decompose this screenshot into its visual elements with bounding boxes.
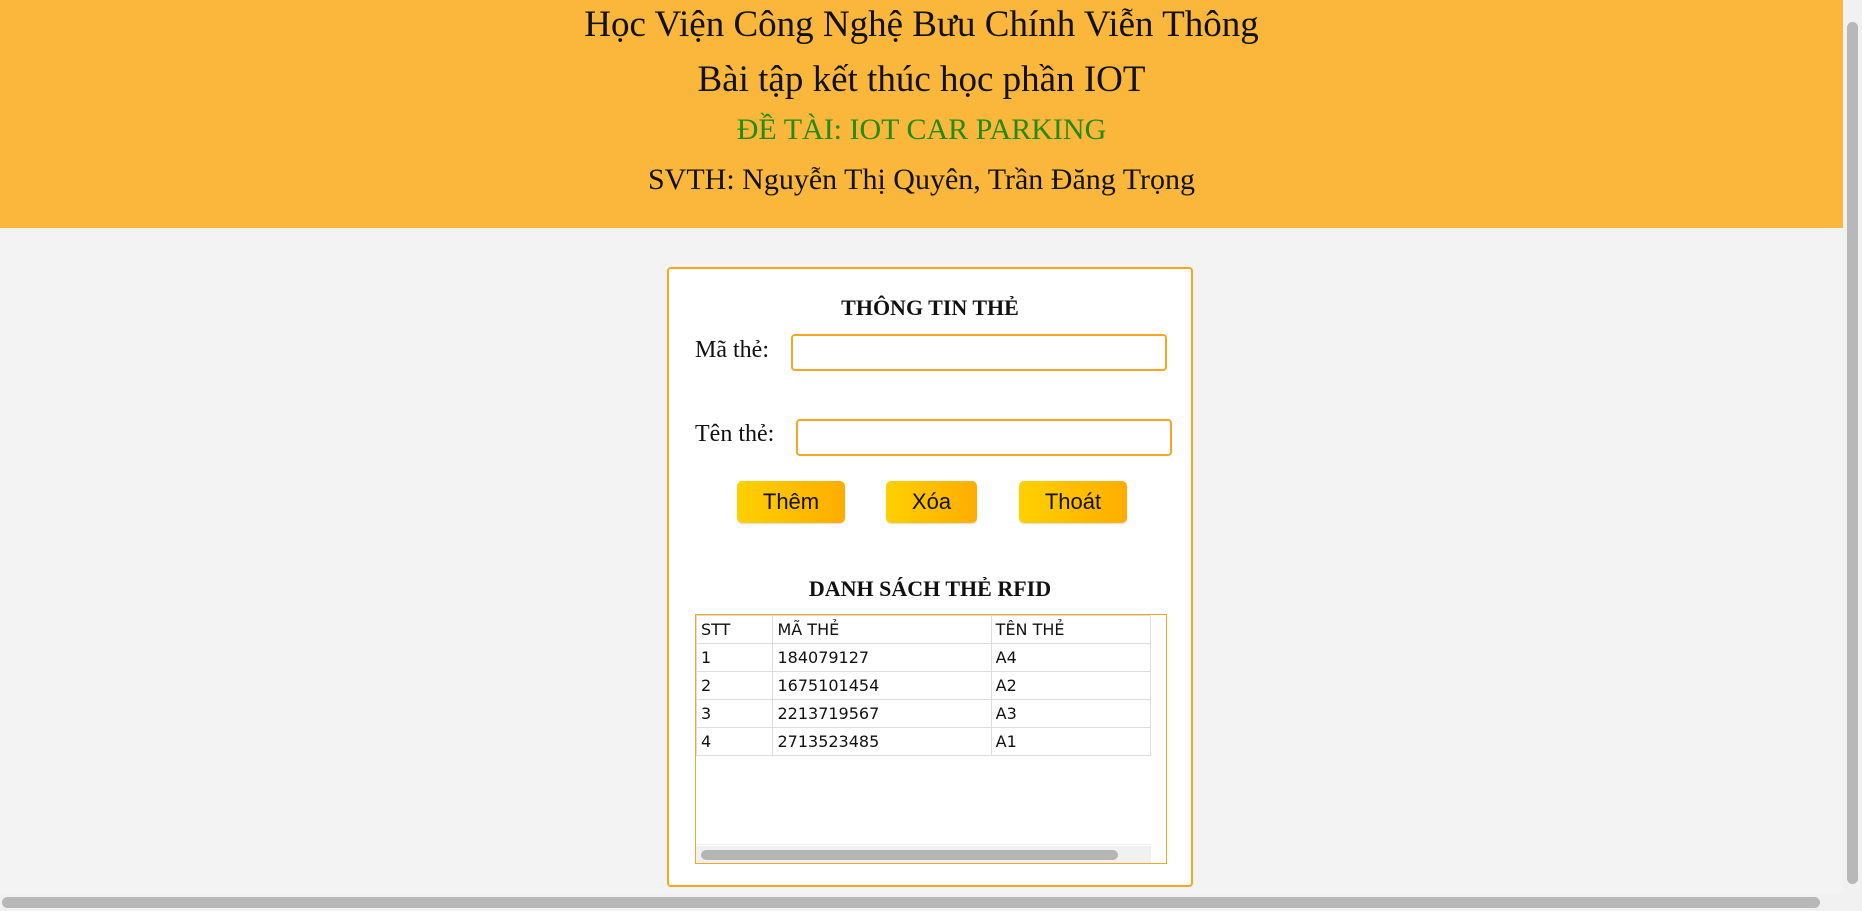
table-empty-area xyxy=(696,756,1151,844)
table-row[interactable]: 1 184079127 A4 xyxy=(696,643,1151,672)
ma-the-label: Mã thẻ: xyxy=(695,337,769,363)
table-scrollbar-thumb[interactable] xyxy=(701,850,1118,860)
course-title: Bài tập kết thúc học phần IOT xyxy=(697,59,1146,100)
cell-stt: 1 xyxy=(696,643,774,672)
card-info-title: THÔNG TIN THẺ xyxy=(841,295,1019,320)
rfid-table: STT MÃ THẺ TÊN THẺ 1 184079127 A4 2 1675… xyxy=(696,615,1151,756)
cell-ten-the: A1 xyxy=(990,727,1151,756)
cell-stt: 3 xyxy=(696,699,774,728)
cell-stt: 4 xyxy=(696,727,774,756)
add-button[interactable]: Thêm xyxy=(737,481,845,523)
table-header-row: STT MÃ THẺ TÊN THẺ xyxy=(696,615,1151,644)
cell-ten-the: A2 xyxy=(990,671,1151,700)
ten-the-input[interactable] xyxy=(796,419,1172,456)
delete-button[interactable]: Xóa xyxy=(886,481,977,523)
page-vertical-scrollbar-thumb[interactable] xyxy=(1847,22,1858,884)
page: Học Viện Công Nghệ Bưu Chính Viễn Thông … xyxy=(0,0,1862,911)
rfid-list-title: DANH SÁCH THẺ RFID xyxy=(808,576,1052,601)
cell-stt: 2 xyxy=(696,671,774,700)
cell-ma-the: 184079127 xyxy=(772,643,992,672)
ma-the-input[interactable] xyxy=(791,334,1167,371)
page-horizontal-scrollbar-thumb[interactable] xyxy=(2,897,1820,908)
table-row[interactable]: 4 2713523485 A1 xyxy=(696,727,1151,756)
ten-the-label: Tên thẻ: xyxy=(695,421,775,447)
page-horizontal-scrollbar[interactable] xyxy=(0,893,1843,911)
rfid-table-container: STT MÃ THẺ TÊN THẺ 1 184079127 A4 2 1675… xyxy=(695,614,1167,864)
column-header-ma-the[interactable]: MÃ THẺ xyxy=(772,615,992,644)
page-vertical-scrollbar[interactable] xyxy=(1843,0,1862,911)
cell-ma-the: 1675101454 xyxy=(772,671,992,700)
cell-ma-the: 2213719567 xyxy=(772,699,992,728)
project-title: ĐỀ TÀI: IOT CAR PARKING xyxy=(736,113,1107,146)
page-header: Học Viện Công Nghệ Bưu Chính Viễn Thông … xyxy=(0,0,1843,228)
cell-ten-the: A4 xyxy=(990,643,1151,672)
students-line: SVTH: Nguyễn Thị Quyên, Trần Đăng Trọng xyxy=(648,163,1195,196)
table-row[interactable]: 2 1675101454 A2 xyxy=(696,671,1151,700)
cell-ten-the: A3 xyxy=(990,699,1151,728)
table-horizontal-scrollbar[interactable] xyxy=(696,846,1151,863)
exit-button[interactable]: Thoát xyxy=(1019,481,1127,523)
card-info-panel: THÔNG TIN THẺ Mã thẻ: Tên thẻ: Thêm Xóa … xyxy=(667,267,1193,887)
table-row[interactable]: 3 2213719567 A3 xyxy=(696,699,1151,728)
column-header-ten-the[interactable]: TÊN THẺ xyxy=(990,615,1151,644)
column-header-stt[interactable]: STT xyxy=(696,615,774,644)
rfid-table-scroll-area[interactable]: STT MÃ THẺ TÊN THẺ 1 184079127 A4 2 1675… xyxy=(696,615,1151,845)
cell-ma-the: 2713523485 xyxy=(772,727,992,756)
institute-name: Học Viện Công Nghệ Bưu Chính Viễn Thông xyxy=(584,4,1259,45)
